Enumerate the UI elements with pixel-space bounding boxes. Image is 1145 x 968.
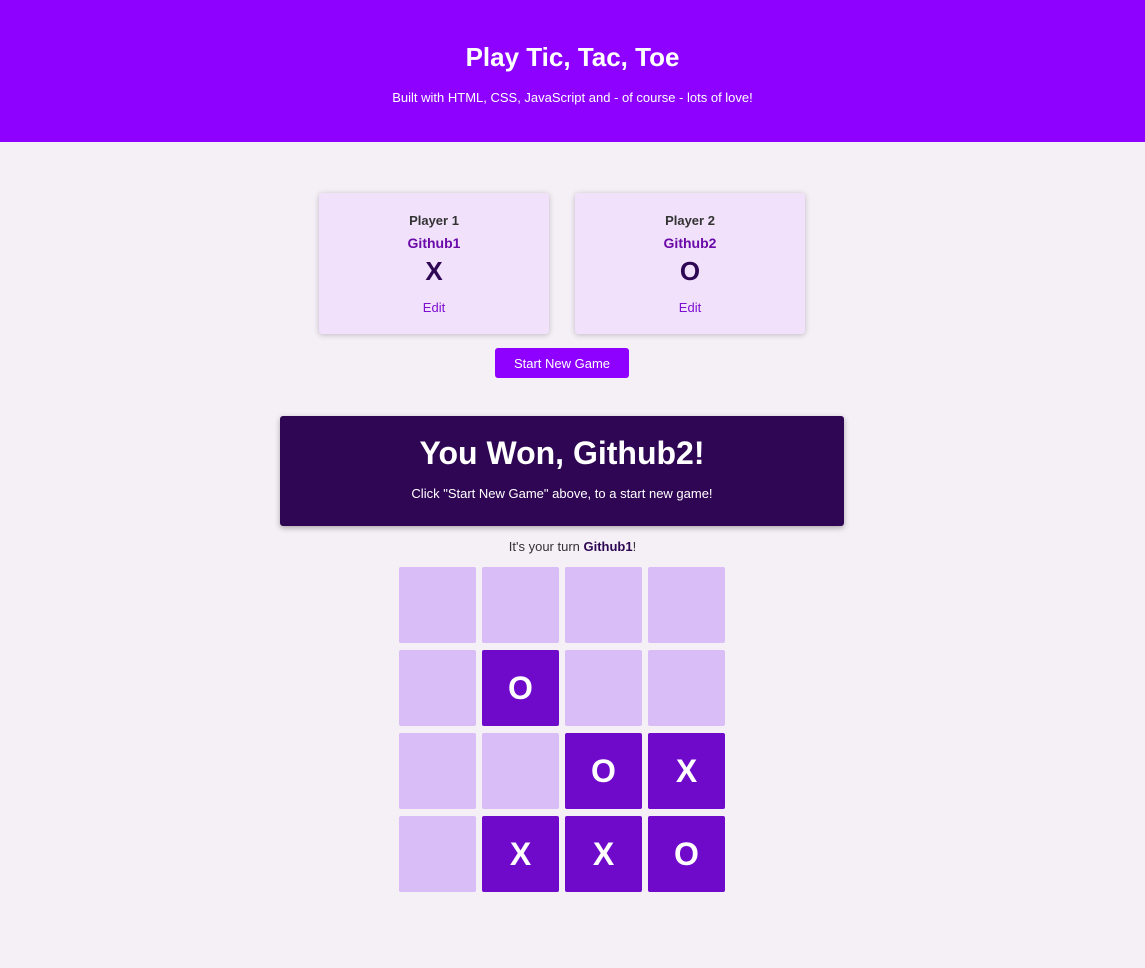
player-1-card: Player 1 Github1 X Edit bbox=[319, 193, 549, 334]
board-cell[interactable] bbox=[565, 567, 642, 643]
board-cell[interactable]: X bbox=[648, 733, 725, 809]
board-cell[interactable] bbox=[399, 733, 476, 809]
player-config: Player 1 Github1 X Edit Player 2 Github2… bbox=[319, 193, 805, 334]
player-1-label: Player 1 bbox=[409, 213, 459, 228]
start-new-game-button[interactable]: Start New Game bbox=[495, 348, 629, 378]
board-cell[interactable]: X bbox=[482, 816, 559, 892]
active-player-info: It's your turn Github1! bbox=[0, 539, 1145, 554]
game-board: O O X X X O bbox=[399, 567, 725, 893]
board-cell[interactable]: O bbox=[565, 733, 642, 809]
board-cell[interactable] bbox=[399, 650, 476, 726]
turn-suffix: ! bbox=[632, 539, 637, 554]
player-2-card: Player 2 Github2 O Edit bbox=[575, 193, 805, 334]
active-player-name: Github1 bbox=[583, 539, 633, 554]
board-cell[interactable]: X bbox=[565, 816, 642, 892]
player-1-symbol: X bbox=[425, 256, 443, 286]
game-over-message: Click "Start New Game" above, to a start… bbox=[411, 486, 713, 501]
game-over-title: You Won, Github2! bbox=[419, 435, 705, 471]
player-1-edit-button[interactable]: Edit bbox=[319, 300, 549, 315]
board-cell[interactable] bbox=[648, 650, 725, 726]
page-title: Play Tic, Tac, Toe bbox=[465, 42, 680, 72]
turn-prefix: It's your turn bbox=[508, 539, 584, 554]
board-cell[interactable]: O bbox=[648, 816, 725, 892]
board-cell[interactable] bbox=[482, 567, 559, 643]
player-2-label: Player 2 bbox=[665, 213, 715, 228]
player-2-name: Github2 bbox=[663, 235, 717, 251]
board-cell[interactable] bbox=[399, 567, 476, 643]
main-header: Play Tic, Tac, Toe Built with HTML, CSS,… bbox=[0, 0, 1145, 142]
game-over-panel: You Won, Github2! Click "Start New Game"… bbox=[280, 416, 844, 526]
board-cell[interactable] bbox=[482, 733, 559, 809]
board-cell[interactable]: O bbox=[482, 650, 559, 726]
board-cell[interactable] bbox=[399, 816, 476, 892]
page-subtitle: Built with HTML, CSS, JavaScript and - o… bbox=[392, 90, 753, 105]
player-2-edit-button[interactable]: Edit bbox=[575, 300, 805, 315]
board-cell[interactable] bbox=[648, 567, 725, 643]
player-2-symbol: O bbox=[679, 256, 701, 286]
board-cell[interactable] bbox=[565, 650, 642, 726]
player-1-name: Github1 bbox=[407, 235, 461, 251]
